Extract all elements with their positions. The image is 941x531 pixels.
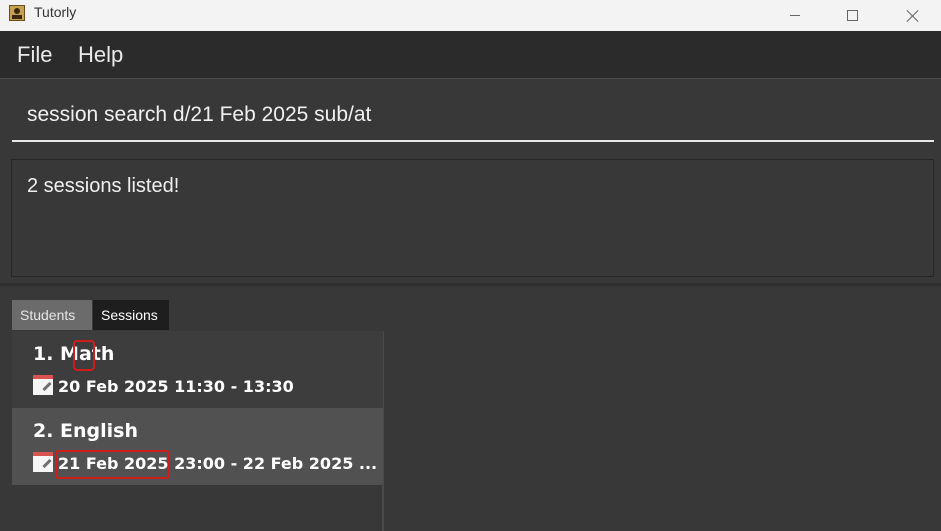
result-display[interactable]: 2 sessions listed! [11,159,934,277]
session-list[interactable]: 1. Math 20 Feb 2025 11:30 - 13:30 2. Eng… [12,331,384,531]
close-button[interactable] [890,0,936,31]
minimize-button[interactable] [772,0,818,31]
menu-help[interactable]: Help [78,42,123,68]
command-input[interactable]: session search d/21 Feb 2025 sub/at [27,103,371,127]
tab-sessions[interactable]: Sessions [93,300,169,330]
calendar-icon [33,375,53,395]
list-item[interactable]: 1. Math 20 Feb 2025 11:30 - 13:30 [12,331,383,408]
section-divider [0,283,941,286]
session-title: 2. English [33,420,139,442]
maximize-button[interactable] [829,0,875,31]
session-datetime: 20 Feb 2025 11:30 - 13:30 [58,377,294,396]
match-highlight [73,340,95,371]
result-message: 2 sessions listed! [27,175,180,197]
window-title: Tutorly [34,4,77,20]
match-highlight [55,450,170,479]
menu-file[interactable]: File [17,42,52,68]
command-underline [12,140,934,142]
app-icon [9,5,25,21]
maximize-icon [846,10,858,21]
title-bar: Tutorly [0,0,941,31]
tab-students[interactable]: Students [12,300,92,330]
list-item[interactable]: 2. English 21 Feb 2025 23:00 - 22 Feb 20… [12,408,383,485]
close-icon [906,9,920,23]
menu-bar: File Help [0,31,941,79]
command-box[interactable]: session search d/21 Feb 2025 sub/at [0,80,941,152]
minimize-icon [790,15,800,16]
calendar-icon [33,452,53,472]
